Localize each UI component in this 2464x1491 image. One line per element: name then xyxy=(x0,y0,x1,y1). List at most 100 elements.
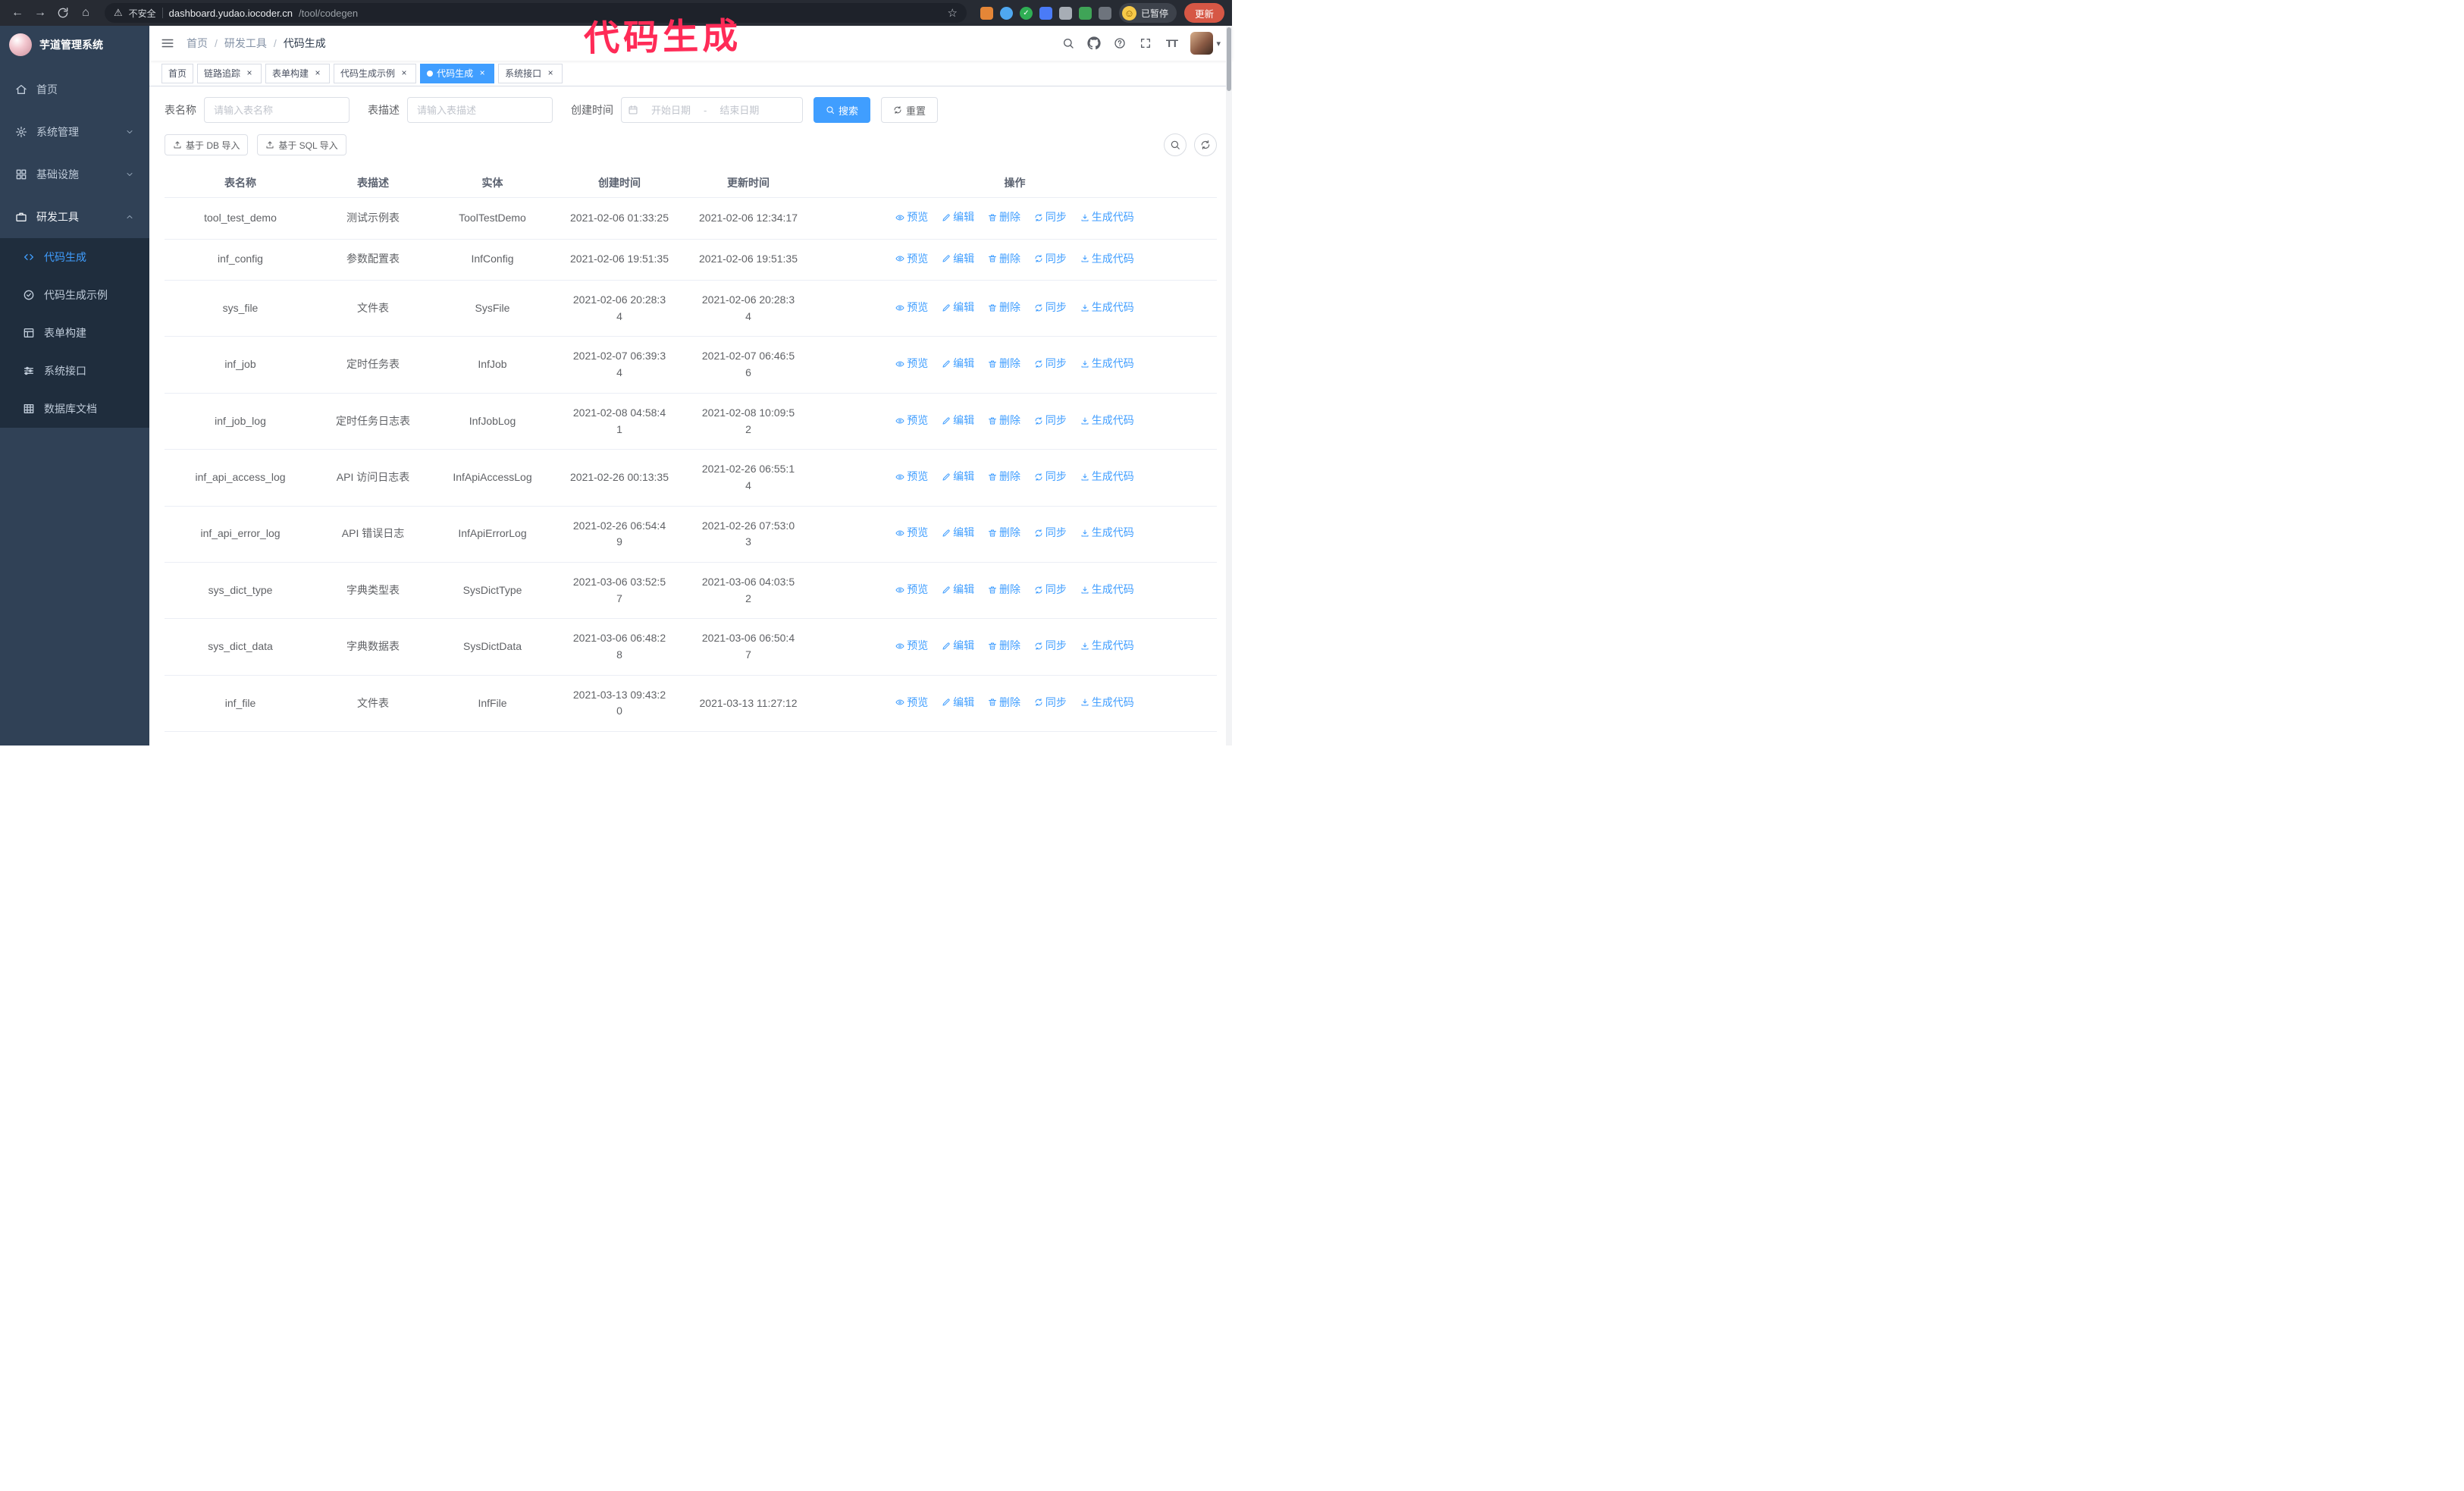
delete-link[interactable]: 删除 xyxy=(988,525,1020,541)
sync-link[interactable]: 同步 xyxy=(1034,469,1067,485)
generate-code-link[interactable]: 生成代码 xyxy=(1080,251,1134,268)
tab-home[interactable]: 首页 xyxy=(161,63,194,83)
table-name-input[interactable] xyxy=(204,97,350,123)
sidebar-item-system-api[interactable]: 系统接口 xyxy=(0,352,149,390)
import-sql-button[interactable]: 基于 SQL 导入 xyxy=(257,134,346,155)
sync-link[interactable]: 同步 xyxy=(1034,638,1067,654)
user-avatar[interactable] xyxy=(1190,32,1214,55)
delete-link[interactable]: 删除 xyxy=(988,413,1020,429)
fullscreen-icon[interactable] xyxy=(1133,30,1158,56)
close-icon[interactable]: × xyxy=(545,67,556,79)
reload-icon[interactable] xyxy=(53,3,73,23)
tab-form-builder[interactable]: 表单构建 × xyxy=(265,63,331,83)
sidebar-item-form-builder[interactable]: 表单构建 xyxy=(0,314,149,352)
forward-icon[interactable]: → xyxy=(30,3,50,23)
delete-link[interactable]: 删除 xyxy=(988,251,1020,268)
preview-link[interactable]: 预览 xyxy=(895,582,928,598)
preview-link[interactable]: 预览 xyxy=(895,469,928,485)
edit-link[interactable]: 编辑 xyxy=(942,469,974,485)
preview-link[interactable]: 预览 xyxy=(895,525,928,541)
sync-link[interactable]: 同步 xyxy=(1034,209,1067,226)
font-size-icon[interactable]: TT xyxy=(1158,30,1184,56)
generate-code-link[interactable]: 生成代码 xyxy=(1080,209,1134,226)
extensions-puzzle-icon[interactable] xyxy=(1098,6,1111,20)
tab-system-api[interactable]: 系统接口 × xyxy=(498,63,563,83)
delete-link[interactable]: 删除 xyxy=(988,582,1020,598)
sidebar-item-home[interactable]: 首页 xyxy=(0,68,149,111)
profile-chip[interactable]: ☺ 已暂停 xyxy=(1118,3,1177,23)
caret-down-icon[interactable]: ▾ xyxy=(1216,39,1221,49)
extension-icon[interactable] xyxy=(1078,6,1092,20)
search-button[interactable]: 搜索 xyxy=(813,97,871,123)
sync-link[interactable]: 同步 xyxy=(1034,251,1067,268)
sync-link[interactable]: 同步 xyxy=(1034,582,1067,598)
sidebar-item-db-doc[interactable]: 数据库文档 xyxy=(0,390,149,428)
github-icon[interactable] xyxy=(1081,30,1107,56)
generate-code-link[interactable]: 生成代码 xyxy=(1080,469,1134,485)
close-icon[interactable]: × xyxy=(312,67,323,79)
address-bar[interactable]: ⚠ 不安全 dashboard.yudao.iocoder.cn/tool/co… xyxy=(105,3,967,23)
sync-link[interactable]: 同步 xyxy=(1034,525,1067,541)
end-date-input[interactable] xyxy=(708,104,771,116)
close-icon[interactable]: × xyxy=(244,67,255,79)
generate-code-link[interactable]: 生成代码 xyxy=(1080,413,1134,429)
generate-code-link[interactable]: 生成代码 xyxy=(1080,300,1134,316)
close-icon[interactable]: × xyxy=(399,67,409,79)
generate-code-link[interactable]: 生成代码 xyxy=(1080,356,1134,372)
delete-link[interactable]: 删除 xyxy=(988,638,1020,654)
breadcrumb-item[interactable]: 首页 xyxy=(187,36,208,51)
edit-link[interactable]: 编辑 xyxy=(942,251,974,268)
edit-link[interactable]: 编辑 xyxy=(942,525,974,541)
preview-link[interactable]: 预览 xyxy=(895,251,928,268)
sync-link[interactable]: 同步 xyxy=(1034,413,1067,429)
sync-link[interactable]: 同步 xyxy=(1034,300,1067,316)
edit-link[interactable]: 编辑 xyxy=(942,582,974,598)
help-icon[interactable] xyxy=(1107,30,1133,56)
table-desc-input[interactable] xyxy=(407,97,553,123)
sync-link[interactable]: 同步 xyxy=(1034,695,1067,711)
generate-code-link[interactable]: 生成代码 xyxy=(1080,525,1134,541)
tab-codegen[interactable]: 代码生成 × xyxy=(420,63,495,83)
breadcrumb-item[interactable]: 研发工具 xyxy=(224,36,267,51)
browser-update-button[interactable]: 更新 xyxy=(1183,3,1224,23)
sync-link[interactable]: 同步 xyxy=(1034,356,1067,372)
generate-code-link[interactable]: 生成代码 xyxy=(1080,695,1134,711)
delete-link[interactable]: 删除 xyxy=(988,356,1020,372)
back-icon[interactable]: ← xyxy=(8,3,27,23)
delete-link[interactable]: 删除 xyxy=(988,469,1020,485)
scrollbar[interactable] xyxy=(1226,26,1232,746)
toggle-search-button[interactable] xyxy=(1164,133,1187,156)
bookmark-star-icon[interactable]: ☆ xyxy=(948,6,958,20)
preview-link[interactable]: 预览 xyxy=(895,413,928,429)
edit-link[interactable]: 编辑 xyxy=(942,209,974,226)
generate-code-link[interactable]: 生成代码 xyxy=(1080,582,1134,598)
sidebar-item-infrastructure[interactable]: 基础设施 xyxy=(0,153,149,196)
preview-link[interactable]: 预览 xyxy=(895,695,928,711)
sidebar-item-system-management[interactable]: 系统管理 xyxy=(0,111,149,153)
scrollbar-thumb[interactable] xyxy=(1227,27,1231,91)
extension-icon[interactable] xyxy=(1058,6,1072,20)
reset-button[interactable]: 重置 xyxy=(881,97,939,123)
app-logo[interactable]: 芋道管理系统 xyxy=(0,26,149,64)
sidebar-item-codegen-example[interactable]: 代码生成示例 xyxy=(0,276,149,314)
edit-link[interactable]: 编辑 xyxy=(942,413,974,429)
edit-link[interactable]: 编辑 xyxy=(942,356,974,372)
extension-icon[interactable] xyxy=(1039,6,1052,20)
search-icon[interactable] xyxy=(1055,30,1081,56)
preview-link[interactable]: 预览 xyxy=(895,638,928,654)
extension-icon[interactable] xyxy=(980,6,993,20)
refresh-table-button[interactable] xyxy=(1194,133,1217,156)
delete-link[interactable]: 删除 xyxy=(988,695,1020,711)
home-icon[interactable]: ⌂ xyxy=(76,3,96,23)
extension-icon[interactable]: ✓ xyxy=(1019,6,1033,20)
edit-link[interactable]: 编辑 xyxy=(942,300,974,316)
hamburger-icon[interactable] xyxy=(161,36,174,50)
date-range-picker[interactable]: - xyxy=(621,97,803,123)
extension-icon[interactable] xyxy=(999,6,1013,20)
preview-link[interactable]: 预览 xyxy=(895,300,928,316)
delete-link[interactable]: 删除 xyxy=(988,209,1020,226)
preview-link[interactable]: 预览 xyxy=(895,356,928,372)
edit-link[interactable]: 编辑 xyxy=(942,695,974,711)
generate-code-link[interactable]: 生成代码 xyxy=(1080,638,1134,654)
tab-codegen-example[interactable]: 代码生成示例 × xyxy=(334,63,417,83)
